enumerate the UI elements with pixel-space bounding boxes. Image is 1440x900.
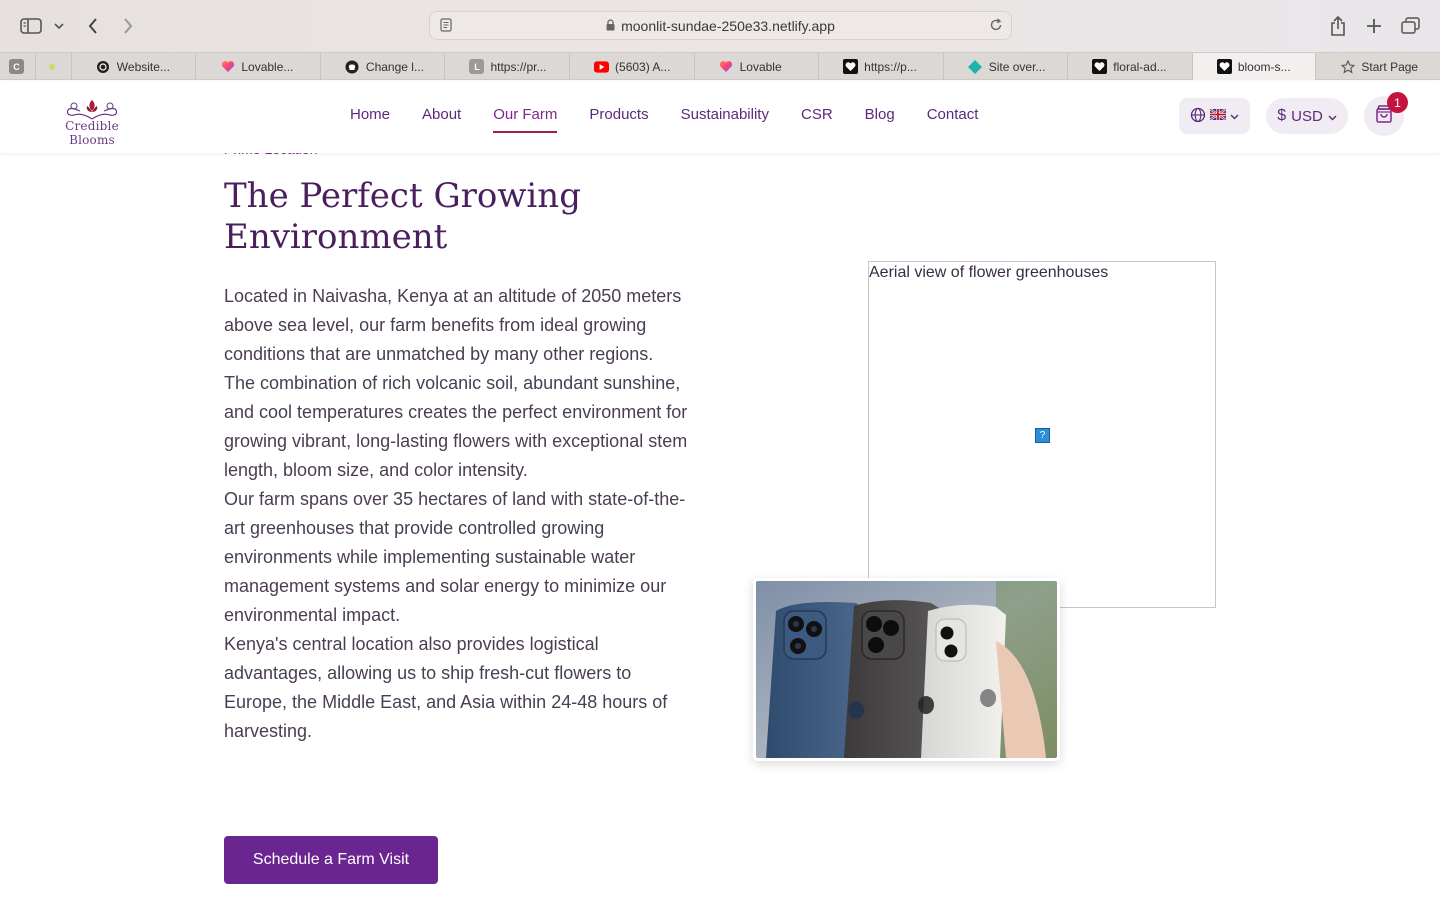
forward-icon[interactable] (115, 13, 141, 39)
paragraph: Kenya's central location also provides l… (224, 634, 668, 741)
paragraph: Located in Naivasha, Kenya at an altitud… (224, 286, 682, 364)
browser-toolbar: moonlit-sundae-250e33.netlify.app (0, 0, 1440, 52)
netlify-diamond-icon (968, 59, 983, 74)
paragraph: Our farm spans over 35 hectares of land … (224, 489, 686, 625)
tab-start-page[interactable]: Start Page (1316, 53, 1440, 80)
main-nav: Home About Our Farm Products Sustainabil… (350, 106, 1010, 133)
heart-outline-icon (1216, 59, 1232, 74)
schedule-visit-button[interactable]: Schedule a Farm Visit (224, 836, 438, 884)
tab-label: Lovable (739, 59, 782, 74)
tab-label: Website... (116, 59, 170, 74)
tab-floral[interactable]: floral-ad... (1068, 53, 1193, 80)
tab-label: Start Page (1361, 59, 1419, 74)
tab-bloom-active[interactable]: bloom-s... (1192, 53, 1317, 80)
tab-youtube[interactable]: (5603) A... (570, 53, 695, 80)
new-tab-icon[interactable] (1361, 13, 1387, 39)
section-title: The Perfect Growing Environment (224, 176, 581, 257)
tab-overview-icon[interactable] (1398, 13, 1424, 39)
logo-text: Credible Blooms (65, 119, 119, 147)
phones-photo (753, 578, 1060, 761)
tab-label: https://p... (864, 59, 917, 74)
tab-label: Site over... (988, 59, 1046, 74)
brand-logo[interactable]: Credible Blooms (42, 97, 142, 147)
tab-github[interactable]: Change l... (321, 53, 446, 80)
url-text: moonlit-sundae-250e33.netlify.app (621, 17, 835, 34)
tab-label: floral-ad... (1113, 59, 1167, 74)
nav-csr[interactable]: CSR (801, 106, 833, 123)
heart-outline-icon (1092, 59, 1108, 74)
address-bar[interactable]: moonlit-sundae-250e33.netlify.app (429, 11, 1012, 40)
nav-contact[interactable]: Contact (927, 106, 979, 123)
tab-label: Lovable... (241, 59, 294, 74)
currency-label: USD (1291, 107, 1323, 125)
nav-products[interactable]: Products (589, 106, 648, 123)
globe-icon (1190, 107, 1206, 126)
reload-icon[interactable] (989, 18, 1003, 35)
broken-image-greenhouses: Aerial view of flower greenhouses ? (868, 261, 1216, 608)
star-icon (1340, 59, 1355, 74)
nav-our-farm[interactable]: Our Farm (493, 106, 558, 133)
iphones-image (756, 581, 1057, 758)
nav-sustainability[interactable]: Sustainability (681, 106, 769, 123)
heart-outline-icon (843, 59, 859, 74)
tab-lovable-2[interactable]: Lovable (695, 53, 820, 80)
tab-website[interactable]: Website... (72, 53, 197, 80)
currency-selector[interactable]: $ USD (1266, 98, 1348, 134)
share-icon[interactable] (1325, 13, 1351, 39)
tab-label: (5603) A... (615, 59, 671, 74)
sidebar-toggle-icon[interactable] (18, 13, 44, 39)
broken-image-icon: ? (1035, 428, 1050, 443)
image-alt-text: Aerial view of flower greenhouses (869, 264, 1109, 281)
nav-home[interactable]: Home (350, 106, 390, 123)
tab-pinned-c[interactable]: C (0, 53, 36, 80)
chevron-down-icon[interactable] (48, 13, 70, 39)
chevron-down-icon (1230, 109, 1239, 123)
paragraph: The combination of rich volcanic soil, a… (224, 373, 688, 480)
dollar-icon: $ (1277, 107, 1287, 124)
tab-pinned-dot[interactable] (36, 53, 72, 80)
tab-label: https://pr... (490, 59, 547, 74)
tab-lovable-1[interactable]: Lovable... (196, 53, 321, 80)
nav-blog[interactable]: Blog (865, 106, 895, 123)
language-selector[interactable] (1179, 98, 1250, 134)
lovable-heart-icon (719, 59, 734, 74)
github-icon (345, 59, 360, 74)
site-header: Credible Blooms Home About Our Farm Prod… (0, 81, 1440, 153)
chevron-down-icon (1328, 108, 1337, 125)
tab-site-overview[interactable]: Site over... (944, 53, 1069, 80)
section-body: Located in Naivasha, Kenya at an altitud… (224, 282, 690, 746)
cart-count-badge: 1 (1387, 92, 1408, 113)
flower-logo-icon (66, 100, 118, 120)
youtube-icon (594, 59, 610, 74)
c-letter-icon: C (9, 59, 24, 74)
l-letter-icon: L (469, 59, 485, 74)
uk-flag-icon (1209, 108, 1227, 123)
nav-about[interactable]: About (422, 106, 461, 123)
lovable-heart-icon (220, 59, 235, 74)
back-icon[interactable] (80, 13, 106, 39)
openai-icon (96, 59, 111, 74)
tab-label: bloom-s... (1237, 59, 1291, 74)
dot-icon (45, 59, 60, 74)
tab-strip: C Website... Lovable... Change l... L ht… (0, 52, 1440, 80)
reader-icon[interactable] (440, 18, 452, 35)
tab-label: Change l... (365, 59, 424, 74)
tab-url-pr[interactable]: L https://pr... (445, 53, 571, 80)
lock-icon (606, 18, 615, 34)
tab-url-p[interactable]: https://p... (819, 53, 944, 80)
